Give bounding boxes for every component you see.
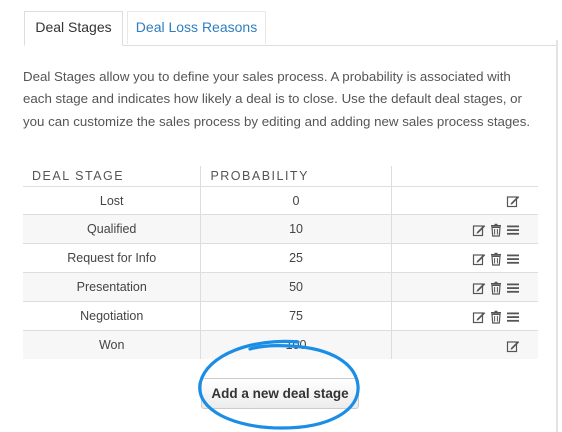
probability-cell: 25 [200, 243, 392, 273]
table-row: Won 100 [23, 330, 538, 359]
trash-icon[interactable] [489, 252, 503, 266]
table-row: Presentation 50 [23, 272, 538, 302]
column-header-deal-stage: DEAL STAGE [23, 166, 202, 187]
add-deal-stage-button[interactable]: Add a new deal stage [201, 378, 359, 409]
stage-name-cell: Won [23, 330, 202, 359]
tab-bar: Deal Stages Deal Loss Reasons [24, 11, 556, 46]
tab-deal-stages[interactable]: Deal Stages [24, 11, 123, 46]
edit-icon[interactable] [472, 310, 486, 324]
table-row: Negotiation 75 [23, 301, 538, 331]
row-actions [472, 281, 520, 295]
drag-handle-icon[interactable] [506, 310, 520, 324]
table-row: Qualified 10 [23, 214, 538, 244]
row-actions [506, 194, 520, 208]
actions-cell [391, 272, 538, 302]
edit-icon[interactable] [506, 194, 520, 208]
column-header-actions [391, 166, 538, 187]
probability-cell: 100 [200, 330, 392, 359]
actions-cell [391, 187, 538, 215]
row-actions [472, 223, 520, 237]
drag-handle-icon[interactable] [506, 223, 520, 237]
stage-name-cell: Qualified [23, 214, 202, 244]
trash-icon[interactable] [489, 281, 503, 295]
probability-cell: 0 [200, 186, 392, 215]
edit-icon[interactable] [472, 252, 486, 266]
table-row: Request for Info 25 [23, 243, 538, 273]
table-body: Lost 0 Qualified 10 Request for Info 25 Presen… [23, 186, 538, 359]
drag-handle-icon[interactable] [506, 281, 520, 295]
drag-handle-icon[interactable] [506, 252, 520, 266]
edit-icon[interactable] [472, 223, 486, 237]
stage-name-cell: Negotiation [23, 301, 202, 331]
edit-icon[interactable] [506, 339, 520, 353]
table-row: Lost 0 [23, 186, 538, 215]
row-actions [506, 339, 520, 353]
deal-stages-table: DEAL STAGE PROBABILITY Lost 0 Qualified 10 R… [23, 166, 538, 359]
actions-cell [391, 243, 538, 273]
trash-icon[interactable] [489, 223, 503, 237]
probability-cell: 10 [200, 214, 392, 244]
actions-cell [391, 214, 538, 244]
row-actions [472, 252, 520, 266]
description-text: Deal Stages allow you to define your sal… [23, 69, 531, 129]
tab-deal-loss-reasons[interactable]: Deal Loss Reasons [127, 11, 266, 44]
column-header-probability: PROBABILITY [200, 166, 392, 187]
probability-cell: 50 [200, 272, 392, 302]
table-header-row: DEAL STAGE PROBABILITY [23, 166, 538, 187]
probability-cell: 75 [200, 301, 392, 331]
edit-icon[interactable] [472, 281, 486, 295]
row-actions [472, 310, 520, 324]
stage-name-cell: Presentation [23, 272, 202, 302]
actions-cell [391, 330, 538, 359]
stage-name-cell: Request for Info [23, 243, 202, 273]
actions-cell [391, 301, 538, 331]
panel-right-border [556, 40, 558, 432]
trash-icon[interactable] [489, 310, 503, 324]
stage-name-cell: Lost [23, 186, 202, 215]
